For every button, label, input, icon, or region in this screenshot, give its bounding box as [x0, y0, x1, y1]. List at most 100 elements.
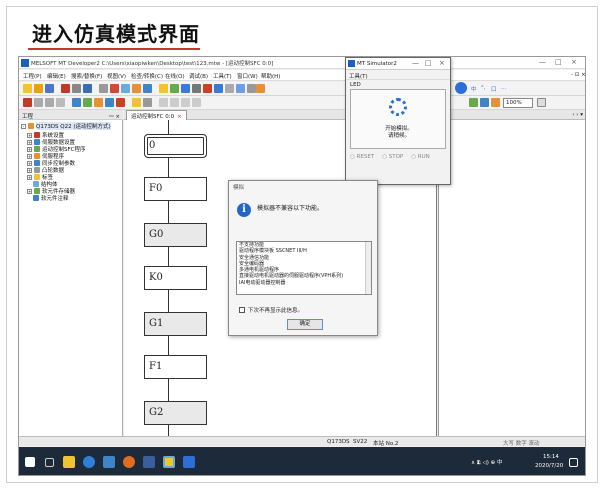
expand-icon[interactable]: + — [27, 167, 32, 173]
app-task-icon[interactable] — [183, 456, 195, 468]
chevron-down-icon[interactable] — [537, 98, 546, 107]
view-icon[interactable] — [469, 98, 478, 107]
simulator-menu-tools[interactable]: 工具(T) — [346, 70, 450, 80]
ime-keyboard[interactable]: 口 — [491, 85, 497, 93]
comment-icon[interactable] — [143, 98, 152, 107]
dropdown-icon[interactable] — [247, 84, 256, 93]
mt-simulator-task-icon[interactable] — [163, 456, 175, 468]
windows-start-icon[interactable] — [25, 457, 35, 467]
edge-icon[interactable] — [83, 456, 95, 468]
grid-icon[interactable] — [214, 84, 223, 93]
inner-window-controls[interactable]: - ⊡ × — [571, 72, 585, 78]
ime-chinese[interactable]: 中 — [471, 85, 477, 93]
unsupported-features-list[interactable]: 不支持功能 驱动程序模块板 SSCNET III/H 安全通信功能 安全编码器 … — [236, 241, 372, 295]
monitor-icon[interactable] — [110, 84, 119, 93]
simulator-maximize-button[interactable]: □ — [425, 59, 432, 67]
pane-pin-close[interactable]: ꟷ × — [109, 112, 120, 120]
menu-help[interactable]: 帮助(H) — [261, 72, 280, 80]
save-icon[interactable] — [45, 84, 54, 93]
align-icon[interactable] — [159, 98, 168, 107]
ime-more[interactable]: … — [501, 85, 507, 91]
system-tray[interactable]: ∧ 🗈 ◁) ⊕ 中 — [471, 458, 503, 468]
sfc-step[interactable]: F0 — [144, 177, 207, 201]
transition-icon[interactable] — [83, 98, 92, 107]
sfc-step[interactable]: F1 — [144, 355, 207, 379]
settings-icon[interactable] — [225, 84, 234, 93]
open-icon[interactable] — [34, 84, 43, 93]
clock-date[interactable]: 2020/7/20 — [535, 463, 563, 469]
paste-icon[interactable] — [83, 84, 92, 93]
menu-edit[interactable]: 编辑(E) — [47, 72, 66, 80]
expand-icon[interactable]: + — [27, 153, 32, 159]
split-icon[interactable] — [480, 98, 489, 107]
read-icon[interactable] — [121, 84, 130, 93]
step-icon[interactable] — [72, 98, 81, 107]
store-icon[interactable] — [103, 456, 115, 468]
write-icon[interactable] — [132, 84, 141, 93]
delete-icon[interactable] — [56, 98, 65, 107]
cut-icon[interactable] — [61, 84, 70, 93]
collapse-icon[interactable]: - — [21, 123, 26, 129]
minimize-button[interactable]: — — [539, 58, 546, 66]
simulator-minimize-button[interactable]: — — [412, 59, 419, 67]
menu-project[interactable]: 工程(P) — [23, 72, 42, 80]
param-icon[interactable] — [192, 84, 201, 93]
menu-check-convert[interactable]: 检查/转换(C) — [131, 72, 163, 80]
clock-time[interactable]: 15:14 — [543, 454, 559, 460]
expand-icon[interactable]: + — [27, 174, 32, 180]
radio-stop[interactable]: ○ STOP — [382, 154, 403, 160]
baidu-icon[interactable] — [455, 82, 467, 94]
branch-icon[interactable] — [105, 98, 114, 107]
list-scrollbar[interactable] — [365, 242, 371, 294]
jump-icon[interactable] — [94, 98, 103, 107]
fit-icon[interactable] — [491, 98, 500, 107]
sfc-start-step[interactable]: 0 — [144, 134, 207, 158]
expand-icon[interactable]: + — [27, 160, 32, 166]
menu-window[interactable]: 窗口(W) — [237, 72, 258, 80]
expand-icon[interactable]: + — [27, 146, 32, 152]
tab-sfc-0[interactable]: 运动控制SFC 0:0 × — [126, 110, 187, 120]
window-icon[interactable] — [181, 84, 190, 93]
sfc-icon[interactable] — [132, 98, 141, 107]
menu-find-replace[interactable]: 搜索/替换(F) — [71, 72, 102, 80]
sfc-transition[interactable]: G1 — [144, 312, 207, 336]
stop-icon[interactable] — [203, 84, 212, 93]
new-icon[interactable] — [23, 84, 32, 93]
select-icon[interactable] — [170, 98, 179, 107]
end-icon[interactable] — [116, 98, 125, 107]
undo-icon[interactable] — [34, 98, 43, 107]
radio-reset[interactable]: ○ RESET — [350, 154, 374, 160]
tree-root[interactable]: - Q173DS Q22 (运动控制方式) — [21, 122, 111, 130]
expand-icon[interactable]: + — [27, 139, 32, 145]
copy-icon[interactable] — [72, 84, 81, 93]
mt-developer-icon[interactable] — [143, 456, 155, 468]
sfc-transition[interactable]: G0 — [144, 223, 207, 247]
tree-item-device-comment[interactable]: 软元件注释 — [33, 194, 69, 202]
zoom-select[interactable]: 100% — [503, 98, 533, 108]
checkbox-box[interactable] — [239, 307, 245, 313]
sfc-step[interactable]: K0 — [144, 266, 207, 290]
ime-punct[interactable]: °, — [481, 85, 486, 91]
task-view-icon[interactable] — [45, 458, 54, 467]
ladder-icon[interactable] — [23, 98, 32, 107]
tab-nav[interactable]: ‹ › ▾ — [572, 112, 583, 118]
simulator-icon[interactable] — [159, 84, 168, 93]
simulator-close-button[interactable]: × — [439, 59, 445, 67]
ok-button[interactable]: 确定 — [287, 319, 323, 330]
sfc-transition[interactable]: G2 — [144, 401, 207, 425]
redo-icon[interactable] — [45, 98, 54, 107]
zoom-in-icon[interactable] — [181, 98, 190, 107]
radio-run[interactable]: ○ RUN — [411, 154, 430, 160]
firefox-icon[interactable] — [123, 456, 135, 468]
menu-view[interactable]: 视图(V) — [107, 72, 126, 80]
menu-tools[interactable]: 工具(T) — [213, 72, 232, 80]
verify-icon[interactable] — [143, 84, 152, 93]
close-button[interactable]: × — [571, 58, 577, 66]
maximize-button[interactable]: □ — [555, 58, 562, 66]
notification-icon[interactable] — [569, 458, 578, 467]
layout-icon[interactable] — [236, 84, 245, 93]
zoom-out-icon[interactable] — [192, 98, 201, 107]
expand-icon[interactable]: + — [27, 132, 32, 138]
file-explorer-icon[interactable] — [63, 456, 75, 468]
expand-icon[interactable]: + — [27, 188, 32, 194]
